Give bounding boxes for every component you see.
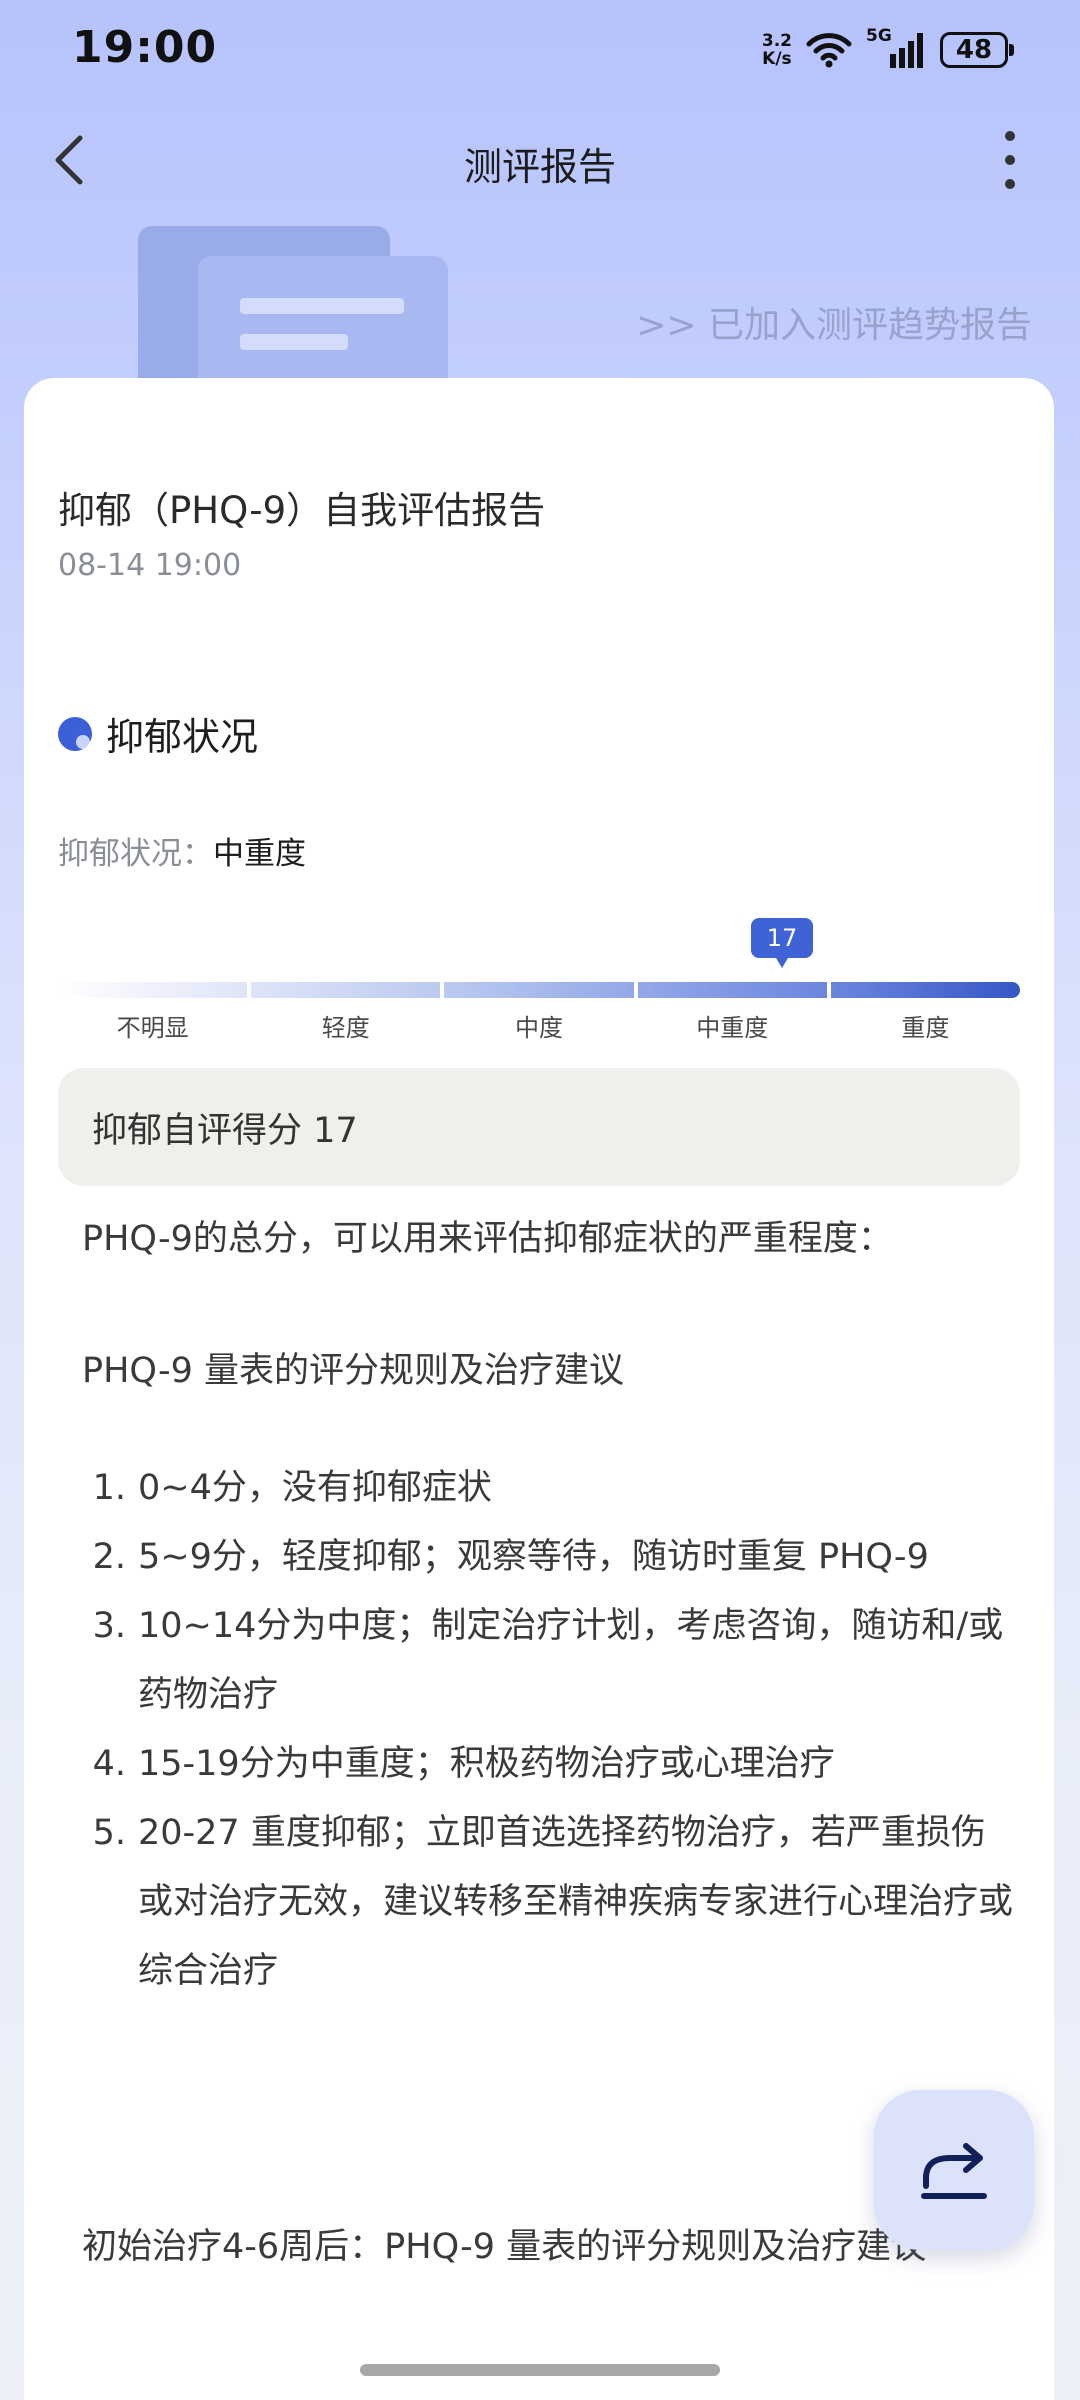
net-speed-value: 3.2 — [761, 31, 792, 51]
status-row: 抑郁状况：中重度 — [58, 828, 306, 873]
severity-segment — [830, 982, 1021, 998]
severity-label: 中度 — [515, 1014, 563, 1042]
severity-label: 中重度 — [696, 1014, 769, 1042]
trend-report-link[interactable]: >> 已加入测评趋势报告 — [636, 296, 1032, 348]
share-button[interactable] — [874, 2090, 1034, 2250]
net-speed-unit: K/s — [762, 49, 792, 69]
severity-label: 轻度 — [321, 1014, 370, 1042]
severity-segment — [58, 982, 248, 998]
wifi-icon — [806, 33, 852, 68]
net-speed: 3.2 K/s — [762, 32, 792, 68]
nav-bar: 测评报告 — [0, 110, 1080, 210]
status-icons: 3.2 K/s 5G 48 — [762, 26, 1014, 72]
list-item: 2. 5~9分，轻度抑郁；观察等待，随访时重复 PHQ-9 — [80, 1523, 1020, 1592]
list-number: 4. — [92, 1744, 126, 1784]
intro-text: PHQ-9的总分，可以用来评估抑郁症状的严重程度： — [82, 1219, 893, 1259]
more-icon — [1005, 131, 1015, 189]
rules-list: 1. 0~4分，没有抑郁症状 2. 5~9分，轻度抑郁；观察等待，随访时重复 P… — [80, 1454, 1020, 2006]
list-number: 1. — [92, 1468, 126, 1508]
report-title: 抑郁（PHQ-9）自我评估报告 — [58, 489, 546, 532]
signal-icon: 5G — [866, 26, 926, 70]
list-item: 5. 20-27 重度抑郁；立即首选选择药物治疗，若严重损伤或对治疗无效，建议转… — [80, 1799, 1020, 2006]
share-icon — [921, 2143, 987, 2199]
status-bar: 19:00 3.2 K/s 5G 48 — [0, 0, 1080, 100]
severity-segment — [251, 982, 441, 998]
severity-label: 重度 — [901, 1014, 950, 1042]
severity-bar — [58, 982, 1021, 998]
score-marker: 17 — [751, 918, 813, 968]
list-text: 15-19分为中重度；积极药物治疗或心理治疗 — [138, 1744, 835, 1784]
status-time: 19:00 — [72, 22, 218, 73]
list-item: 3. 10~14分为中度；制定治疗计划，考虑咨询，随访和/或药物治疗 — [80, 1592, 1020, 1730]
section-header: 抑郁状况 — [58, 706, 258, 761]
severity-labels: 不明显 轻度 中度 中重度 重度 — [58, 1008, 1020, 1043]
rules-title: PHQ-9 量表的评分规则及治疗建议 — [82, 1351, 624, 1391]
home-indicator[interactable] — [360, 2364, 720, 2376]
battery-level: 48 — [955, 35, 993, 65]
list-text: 5~9分，轻度抑郁；观察等待，随访时重复 PHQ-9 — [138, 1537, 929, 1577]
severity-segment — [444, 982, 634, 998]
score-box: 抑郁自评得分 17 — [58, 1068, 1020, 1186]
status-value: 中重度 — [213, 836, 306, 872]
list-number: 5. — [92, 1813, 126, 1853]
list-text: 10~14分为中度；制定治疗计划，考虑咨询，随访和/或药物治疗 — [138, 1606, 1004, 1715]
report-illustration — [138, 226, 448, 396]
list-text: 20-27 重度抑郁；立即首选选择药物治疗，若严重损伤或对治疗无效，建议转移至精… — [138, 1813, 1014, 1991]
battery-icon: 48 — [940, 32, 1014, 68]
list-number: 3. — [92, 1606, 126, 1646]
followup-text: 初始治疗4-6周后：PHQ-9 量表的评分规则及治疗建议 — [82, 2227, 927, 2267]
more-button[interactable] — [990, 126, 1030, 194]
severity-scale: 17 不明显 轻度 中度 中重度 重度 — [58, 898, 1021, 1042]
list-text: 0~4分，没有抑郁症状 — [138, 1468, 492, 1508]
list-item: 4. 15-19分为中重度；积极药物治疗或心理治疗 — [80, 1730, 1020, 1799]
section-title: 抑郁状况 — [106, 715, 259, 759]
list-item: 1. 0~4分，没有抑郁症状 — [80, 1454, 1020, 1523]
section-dot-icon — [58, 716, 92, 751]
severity-segment — [637, 982, 827, 998]
list-number: 2. — [92, 1537, 126, 1577]
status-label: 抑郁状况： — [58, 836, 213, 872]
report-date: 08-14 19:00 — [58, 548, 242, 583]
page-title: 测评报告 — [463, 145, 616, 189]
score-text: 抑郁自评得分 17 — [92, 1110, 358, 1151]
severity-label: 不明显 — [116, 1014, 189, 1042]
